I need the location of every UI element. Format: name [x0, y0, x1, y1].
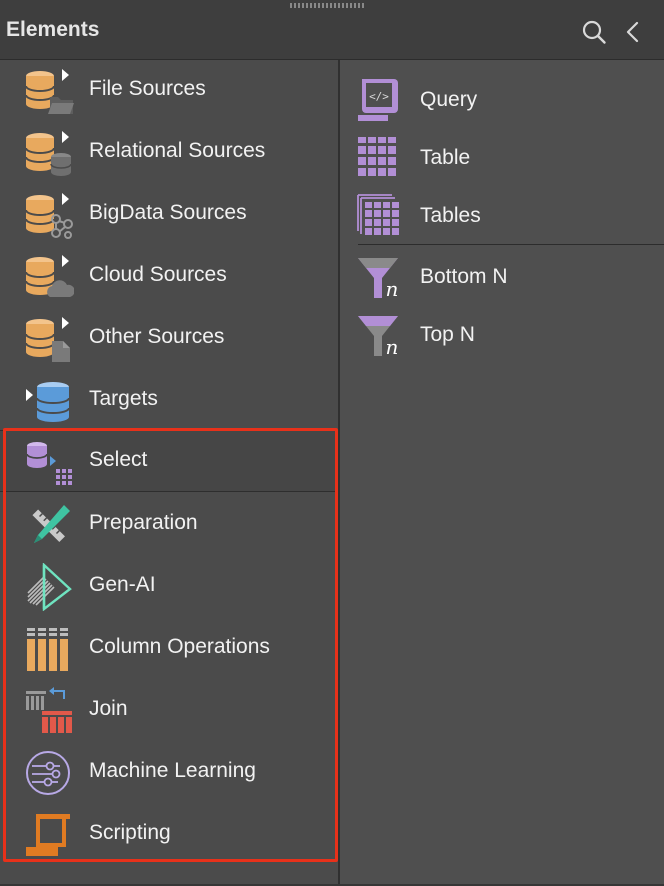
element-label: Top N — [420, 323, 475, 346]
relational-sources-icon — [25, 131, 72, 176]
element-bottom-n[interactable]: n Bottom N — [340, 248, 664, 306]
column-operations-icon — [27, 628, 68, 671]
category-label: Preparation — [89, 511, 198, 534]
element-list: </> Query Table Tables n Bottom N n Top … — [340, 60, 664, 886]
svg-text:n: n — [386, 277, 399, 300]
element-group-divider — [358, 244, 664, 245]
resize-grip[interactable] — [290, 3, 364, 8]
category-select[interactable]: Select — [0, 430, 338, 492]
category-machine-learning[interactable]: Machine Learning — [0, 742, 338, 804]
scripting-icon — [26, 814, 70, 856]
file-sources-icon — [25, 69, 74, 114]
element-top-n[interactable]: n Top N — [340, 306, 664, 364]
preparation-icon — [32, 505, 70, 543]
select-icon — [26, 442, 72, 485]
tables-icon — [357, 194, 399, 235]
category-label: Column Operations — [89, 635, 270, 658]
category-label: Join — [89, 697, 128, 720]
machine-learning-icon — [26, 751, 70, 795]
join-icon — [26, 687, 72, 733]
top-n-icon: n — [358, 316, 399, 358]
element-label: Bottom N — [420, 265, 508, 288]
category-list: File Sources Relational Sources BigData … — [0, 60, 338, 886]
panel-header: Elements — [0, 0, 664, 60]
category-relational-sources[interactable]: Relational Sources — [0, 122, 338, 184]
category-bigdata-sources[interactable]: BigData Sources — [0, 184, 338, 246]
category-label: Gen-AI — [89, 573, 156, 596]
panel-title: Elements — [6, 18, 100, 41]
category-label: Select — [89, 448, 148, 471]
category-join[interactable]: Join — [0, 680, 338, 742]
category-label: Relational Sources — [89, 139, 266, 162]
query-icon: </> — [358, 79, 398, 121]
element-tables[interactable]: Tables — [340, 187, 664, 245]
chevron-left-icon[interactable] — [622, 19, 644, 45]
targets-icon — [26, 382, 70, 422]
search-icon[interactable] — [581, 19, 607, 45]
gen-ai-icon — [27, 563, 72, 611]
element-label: Query — [420, 88, 478, 111]
category-label: Scripting — [89, 821, 171, 844]
category-other-sources[interactable]: Other Sources — [0, 308, 338, 370]
category-targets[interactable]: Targets — [0, 370, 338, 432]
category-label: Machine Learning — [89, 759, 256, 782]
table-icon — [358, 137, 396, 176]
category-preparation[interactable]: Preparation — [0, 494, 338, 556]
category-cloud-sources[interactable]: Cloud Sources — [0, 246, 338, 308]
other-sources-icon — [25, 317, 70, 362]
bottom-n-icon: n — [358, 258, 399, 300]
element-query[interactable]: </> Query — [340, 71, 664, 129]
category-label: BigData Sources — [89, 201, 247, 224]
svg-text:n: n — [386, 335, 399, 358]
bigdata-sources-icon — [25, 193, 73, 239]
element-label: Table — [420, 146, 471, 169]
element-table[interactable]: Table — [340, 129, 664, 187]
category-gen-ai[interactable]: Gen-AI — [0, 556, 338, 618]
category-label: Other Sources — [89, 325, 225, 348]
cloud-sources-icon — [25, 255, 74, 297]
category-file-sources[interactable]: File Sources — [0, 60, 338, 122]
element-label: Tables — [420, 204, 481, 227]
svg-text:</>: </> — [369, 90, 389, 103]
category-column-operations[interactable]: Column Operations — [0, 618, 338, 680]
category-label: File Sources — [89, 77, 206, 100]
category-label: Targets — [89, 387, 158, 410]
category-label: Cloud Sources — [89, 263, 227, 286]
category-scripting[interactable]: Scripting — [0, 804, 338, 866]
